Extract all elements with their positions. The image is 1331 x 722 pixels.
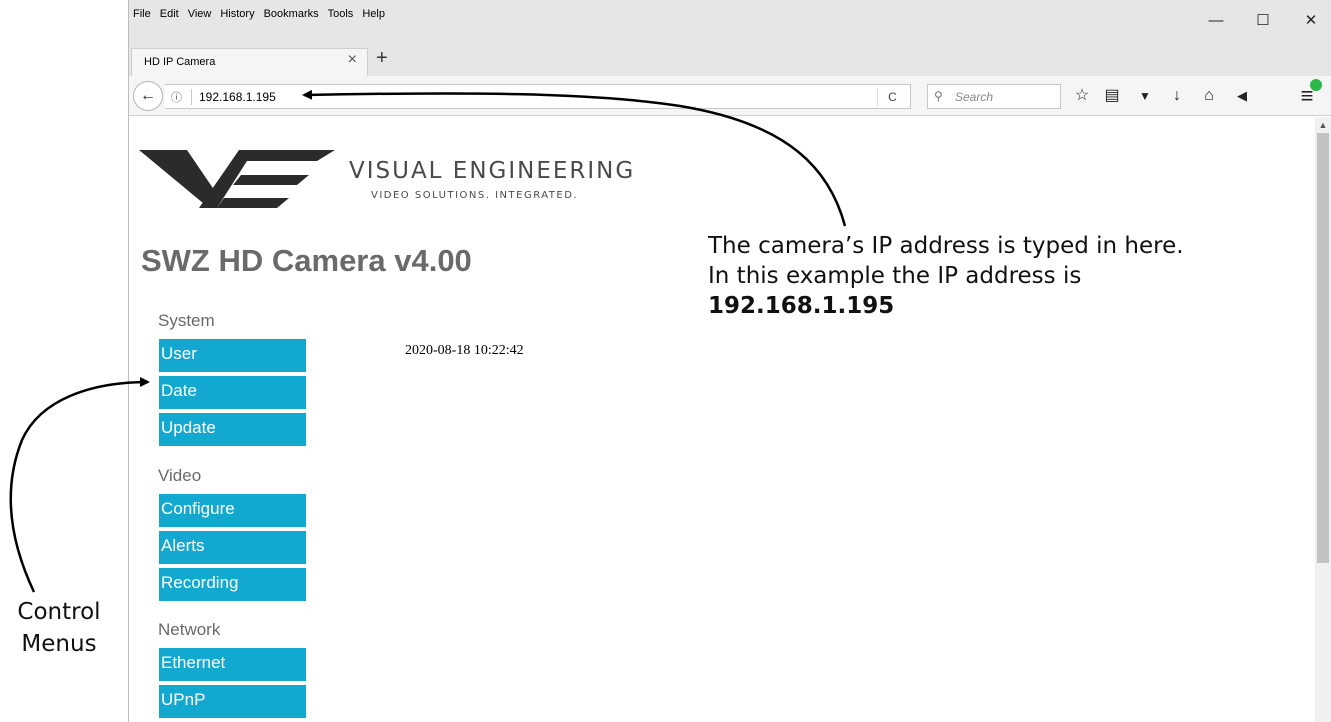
ip-annotation-arrow (302, 89, 847, 227)
menus-note-line-2: Menus (21, 631, 97, 657)
ip-note-value-bold: 192.168.1.195 (708, 293, 895, 319)
menus-annotation-arrow (9, 377, 150, 593)
control-menus-annotation: Control Menus (2, 596, 116, 660)
ip-address-annotation: The camera’s IP address is typed in here… (708, 231, 1184, 321)
menus-note-line-1: Control (17, 599, 101, 625)
ip-note-value: 192.168.1.195 (708, 291, 1184, 321)
annotation-arrows (9, 89, 847, 593)
ip-note-line-2: In this example the IP address is (708, 263, 1082, 289)
ip-note-line-1: The camera’s IP address is typed in here… (708, 233, 1184, 259)
